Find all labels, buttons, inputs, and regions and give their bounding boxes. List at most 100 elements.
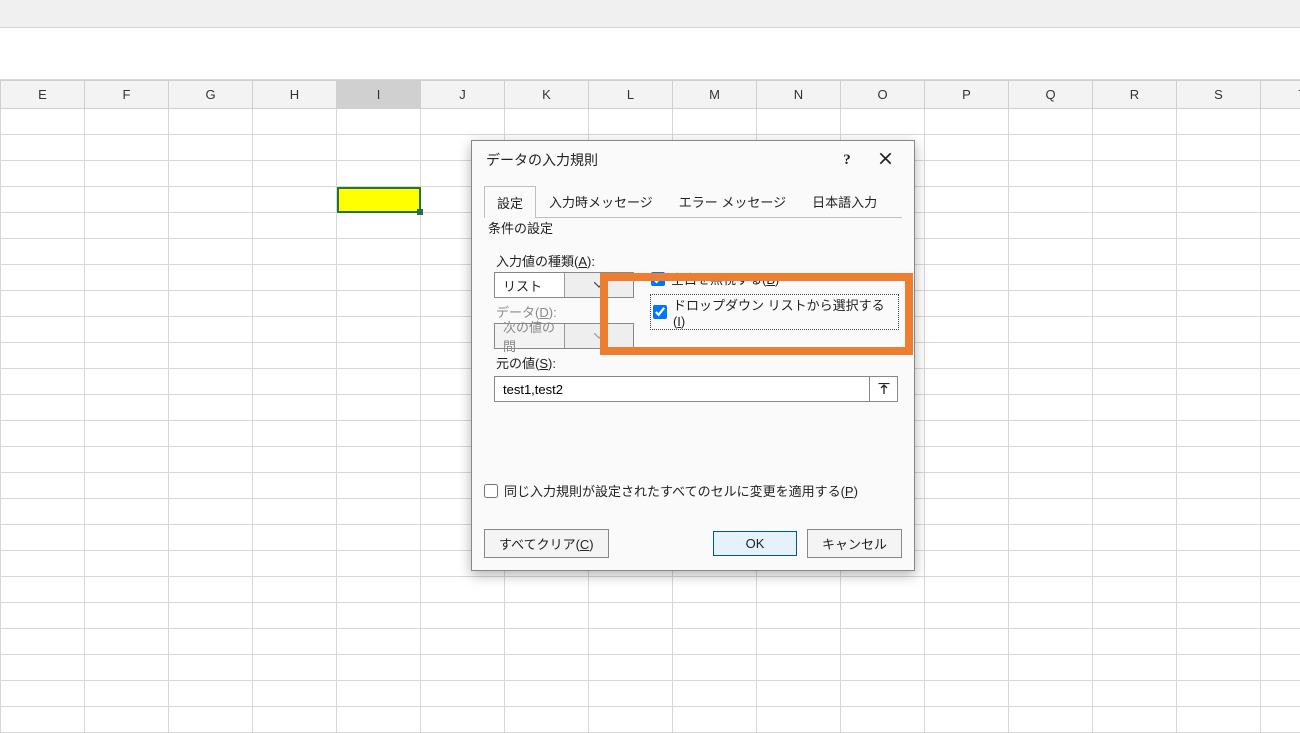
cell[interactable] — [1009, 135, 1093, 161]
help-button[interactable]: ? — [828, 152, 866, 169]
cell[interactable] — [1261, 655, 1300, 681]
column-header[interactable]: F — [85, 81, 169, 109]
column-header[interactable]: Q — [1009, 81, 1093, 109]
cell[interactable] — [169, 317, 253, 343]
cell[interactable] — [1261, 187, 1300, 213]
cell[interactable] — [925, 447, 1009, 473]
cell[interactable] — [169, 109, 253, 135]
cell[interactable] — [169, 707, 253, 733]
cell[interactable] — [505, 109, 589, 135]
cell[interactable] — [337, 109, 421, 135]
cell[interactable] — [925, 343, 1009, 369]
cell[interactable] — [1, 291, 85, 317]
cell[interactable] — [925, 473, 1009, 499]
cell[interactable] — [925, 135, 1009, 161]
cell[interactable] — [589, 707, 673, 733]
cell[interactable] — [757, 681, 841, 707]
cell[interactable] — [1009, 265, 1093, 291]
cell[interactable] — [841, 629, 925, 655]
cell[interactable] — [925, 499, 1009, 525]
cell[interactable] — [925, 707, 1009, 733]
cell[interactable] — [1093, 525, 1177, 551]
cell[interactable] — [337, 603, 421, 629]
cell[interactable] — [253, 629, 337, 655]
column-header[interactable]: S — [1177, 81, 1261, 109]
cell[interactable] — [421, 577, 505, 603]
cell[interactable] — [337, 525, 421, 551]
cell[interactable] — [169, 603, 253, 629]
cell[interactable] — [1, 707, 85, 733]
cell[interactable] — [1177, 629, 1261, 655]
cell[interactable] — [757, 629, 841, 655]
cancel-button[interactable]: キャンセル — [807, 529, 902, 558]
cell[interactable] — [1009, 343, 1093, 369]
cell[interactable] — [1093, 551, 1177, 577]
cell[interactable] — [253, 603, 337, 629]
cell[interactable] — [1177, 109, 1261, 135]
cell[interactable] — [1261, 551, 1300, 577]
cell[interactable] — [1009, 239, 1093, 265]
cell[interactable] — [85, 213, 169, 239]
cell[interactable] — [253, 369, 337, 395]
cell[interactable] — [1177, 525, 1261, 551]
cell[interactable] — [337, 577, 421, 603]
source-input[interactable] — [494, 376, 870, 402]
cell[interactable] — [85, 135, 169, 161]
cell[interactable] — [673, 655, 757, 681]
cell[interactable] — [253, 655, 337, 681]
cell[interactable] — [1009, 551, 1093, 577]
cell[interactable] — [1177, 187, 1261, 213]
cell[interactable] — [1261, 317, 1300, 343]
cell[interactable] — [85, 473, 169, 499]
cell[interactable] — [421, 603, 505, 629]
cell[interactable] — [1, 473, 85, 499]
cell[interactable] — [589, 603, 673, 629]
cell[interactable] — [169, 265, 253, 291]
cell[interactable] — [337, 317, 421, 343]
cell[interactable] — [1093, 707, 1177, 733]
cell[interactable] — [1177, 577, 1261, 603]
cell[interactable] — [85, 317, 169, 343]
cell[interactable] — [673, 577, 757, 603]
cell[interactable] — [253, 265, 337, 291]
column-header[interactable]: L — [589, 81, 673, 109]
cell[interactable] — [1009, 187, 1093, 213]
cell[interactable] — [925, 421, 1009, 447]
cell[interactable] — [925, 603, 1009, 629]
cell[interactable] — [925, 629, 1009, 655]
dialog-tab[interactable]: 設定 — [484, 186, 536, 218]
column-header[interactable]: O — [841, 81, 925, 109]
cell[interactable] — [169, 525, 253, 551]
cell[interactable] — [253, 421, 337, 447]
cell[interactable] — [1177, 499, 1261, 525]
cell[interactable] — [1009, 525, 1093, 551]
cell[interactable] — [85, 525, 169, 551]
cell[interactable] — [925, 577, 1009, 603]
cell[interactable] — [1177, 135, 1261, 161]
cell[interactable] — [673, 109, 757, 135]
cell[interactable] — [1093, 161, 1177, 187]
cell[interactable] — [85, 447, 169, 473]
cell[interactable] — [505, 577, 589, 603]
cell[interactable] — [505, 655, 589, 681]
dropdown-checkbox[interactable]: ドロップダウン リストから選択する(I) — [651, 295, 898, 329]
cell[interactable] — [1, 343, 85, 369]
apply-all-checkbox[interactable]: 同じ入力規則が設定されたすべてのセルに変更を適用する(P) — [484, 481, 858, 500]
cell[interactable] — [673, 681, 757, 707]
cell[interactable] — [925, 239, 1009, 265]
cell[interactable] — [1261, 239, 1300, 265]
cell[interactable] — [253, 577, 337, 603]
cell[interactable] — [757, 577, 841, 603]
cell[interactable] — [337, 213, 421, 239]
cell[interactable] — [1, 577, 85, 603]
cell[interactable] — [85, 655, 169, 681]
cell[interactable] — [1009, 109, 1093, 135]
cell[interactable] — [1009, 369, 1093, 395]
cell[interactable] — [841, 707, 925, 733]
cell[interactable] — [925, 213, 1009, 239]
cell[interactable] — [1093, 473, 1177, 499]
cell[interactable] — [673, 707, 757, 733]
cell[interactable] — [1261, 291, 1300, 317]
cell[interactable] — [421, 681, 505, 707]
cell[interactable] — [1009, 629, 1093, 655]
